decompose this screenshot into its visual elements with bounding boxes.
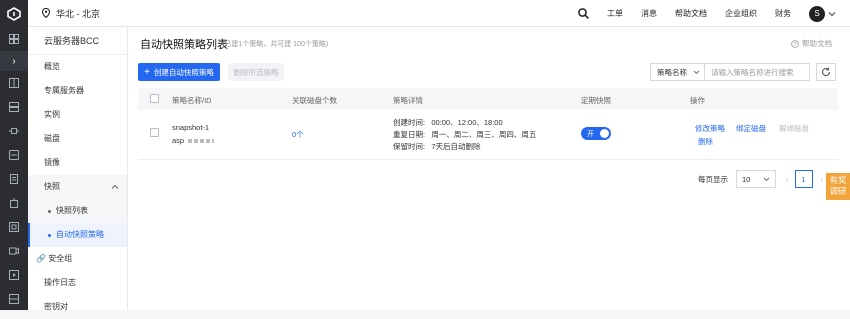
sidebar-item-snapshot[interactable]: 快照	[28, 175, 127, 199]
sidebar-item-overview[interactable]: 概览	[28, 55, 127, 79]
table-row: snapshot-1 asp 0个 创建时间: 00:00、12:00、18:0…	[138, 110, 838, 160]
delete-selected-button[interactable]: 删除所选策略	[228, 63, 284, 81]
feedback-line: 有奖	[829, 175, 847, 185]
policy-count-note: (已建1个策略，共可建 100个策略)	[222, 41, 329, 48]
location-pin-icon	[42, 8, 50, 18]
nav-help-docs[interactable]: 帮助文档	[675, 8, 707, 19]
nav-messages[interactable]: 消息	[641, 8, 657, 19]
sidebar-title: 云服务器BCC	[28, 27, 127, 55]
sidebar-item-dedicated-server[interactable]: 专属服务器	[28, 79, 127, 103]
sidebar-item-security-group[interactable]: 🔗 安全组	[28, 247, 127, 271]
create-policy-button[interactable]: + 创建自动快照策略	[138, 63, 220, 81]
building-icon[interactable]	[0, 191, 28, 215]
top-bar: 华北 - 北京 工单 消息 帮助文档 企业组织 财务 S	[28, 0, 850, 27]
create-policy-label: 创建自动快照策略	[153, 67, 214, 77]
chevron-down-icon	[763, 177, 770, 181]
search-field-label: 策略名称	[657, 67, 687, 77]
feedback-survey-button[interactable]: 有奖 调研	[826, 173, 850, 200]
dashboard-icon[interactable]	[0, 71, 28, 95]
policy-detail-line: 重复日期: 周一、周二、周三、周四、周五	[393, 130, 537, 139]
page-size-value: 10	[742, 174, 751, 184]
column-header: 策略名称/ID	[172, 96, 212, 105]
main-content: 自动快照策略列表 (已建1个策略，共可建 100个策略) ? 帮助文档 + 创建…	[128, 27, 850, 310]
sidebar-item-operation-log[interactable]: 操作日志	[28, 271, 127, 295]
pagination: 每页显示 10 ‹ 1 ›	[698, 170, 823, 188]
policy-search: 策略名称 请输入策略名称进行搜索	[650, 63, 810, 81]
scheduled-snapshot-toggle[interactable]: 开	[581, 127, 611, 140]
row-checkbox[interactable]	[150, 128, 159, 137]
sidebar-item-label: 安全组	[48, 254, 73, 263]
nav-ticket[interactable]: 工单	[607, 8, 623, 19]
document-icon[interactable]	[0, 167, 28, 191]
chevron-down-icon	[693, 70, 700, 74]
refresh-button[interactable]	[816, 63, 836, 81]
product-rail: ›	[0, 0, 28, 310]
sidebar-item-label: 自动快照策略	[56, 230, 104, 239]
plus-icon: +	[144, 66, 150, 78]
sidebar-item-auto-snapshot-policy[interactable]: 自动快照策略	[28, 223, 127, 247]
nav-enterprise[interactable]: 企业组织	[725, 8, 757, 19]
next-page-icon[interactable]: ›	[821, 175, 824, 184]
page-title: 自动快照策略列表	[140, 39, 228, 51]
redacted-id	[188, 139, 215, 144]
sidebar-item-label: 快照列表	[56, 206, 88, 215]
sidebar-item-instances[interactable]: 实例	[28, 103, 127, 127]
search-field-select[interactable]: 策略名称	[651, 64, 705, 80]
column-header: 关联磁盘个数	[292, 96, 337, 105]
column-header: 定期快照	[581, 96, 611, 105]
toggle-knob	[600, 129, 609, 138]
sidebar: 云服务器BCC 概览 专属服务器 实例 磁盘 镜像 快照 快照列表 自动快照策略…	[28, 27, 128, 311]
help-icon: ?	[791, 39, 799, 48]
sidebar-item-label: 快照	[44, 182, 60, 191]
delete-policy-link[interactable]: 删除	[698, 136, 713, 147]
modify-policy-link[interactable]: 修改策略	[695, 123, 725, 134]
policy-id: asp	[172, 136, 215, 145]
prev-page-icon[interactable]: ‹	[786, 175, 789, 184]
grid-icon[interactable]	[0, 27, 28, 51]
page-number[interactable]: 1	[794, 170, 813, 188]
help-doc-link[interactable]: ? 帮助文档	[791, 38, 832, 49]
page-size-label: 每页显示	[698, 174, 728, 184]
policy-name: snapshot-1	[172, 123, 210, 132]
expand-rail-icon[interactable]: ›	[0, 51, 28, 71]
apps-icon[interactable]	[0, 215, 28, 239]
server-icon[interactable]	[0, 95, 28, 119]
svg-text:?: ?	[793, 42, 796, 48]
link-icon: 🔗	[36, 254, 46, 263]
sidebar-item-snapshot-list[interactable]: 快照列表	[28, 199, 127, 223]
sidebar-item-key-pairs[interactable]: 密钥对	[28, 295, 127, 319]
region-selector[interactable]: 华北 - 北京	[42, 7, 100, 20]
page-size-select[interactable]: 10	[736, 170, 776, 188]
media-icon[interactable]	[0, 263, 28, 287]
unbind-disk-link[interactable]: 解绑磁盘	[779, 123, 809, 134]
search-icon[interactable]	[578, 8, 589, 19]
chevron-up-icon	[111, 184, 119, 189]
feedback-line: 调研	[829, 186, 847, 196]
column-header: 操作	[690, 96, 705, 105]
select-all-checkbox[interactable]	[150, 94, 159, 103]
nav-finance[interactable]: 财务	[775, 8, 791, 19]
sidebar-item-images[interactable]: 镜像	[28, 151, 127, 175]
column-header: 策略详情	[393, 96, 423, 105]
sidebar-item-disks[interactable]: 磁盘	[28, 127, 127, 151]
network-icon[interactable]	[0, 119, 28, 143]
policy-detail-line: 创建时间: 00:00、12:00、18:00	[393, 118, 503, 127]
storage-icon[interactable]	[0, 143, 28, 167]
avatar[interactable]: S	[809, 5, 825, 22]
table-header: 策略名称/ID 关联磁盘个数 策略详情 定期快照 操作	[138, 88, 838, 110]
bind-disk-link[interactable]: 绑定磁盘	[736, 123, 766, 134]
toggle-label: 开	[587, 131, 594, 138]
region-label: 华北 - 北京	[56, 8, 100, 19]
disk-count-link[interactable]: 0个	[292, 129, 304, 140]
policy-detail-line: 保留时间: 7天后自动删除	[393, 142, 481, 151]
search-input[interactable]: 请输入策略名称进行搜索	[705, 67, 809, 78]
grid-small-icon[interactable]	[0, 287, 28, 311]
video-icon[interactable]	[0, 239, 28, 263]
chevron-down-icon[interactable]	[828, 11, 836, 17]
help-doc-label: 帮助文档	[802, 39, 832, 48]
refresh-icon	[822, 67, 831, 77]
cloud-logo-icon[interactable]	[0, 0, 28, 27]
